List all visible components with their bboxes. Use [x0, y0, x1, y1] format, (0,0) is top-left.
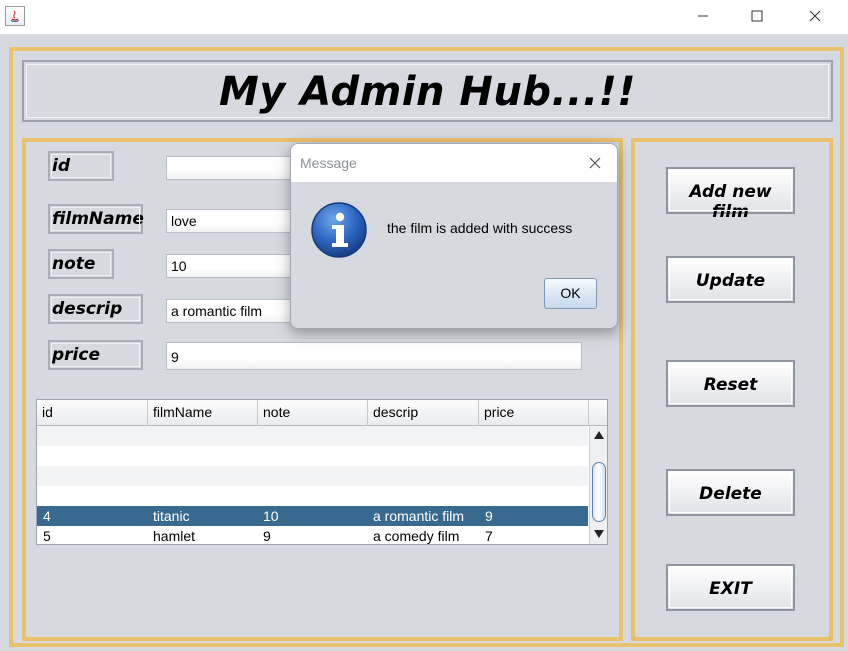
column-header-price[interactable]: price — [479, 400, 589, 426]
id-label: id — [48, 151, 114, 181]
update-button[interactable]: Update — [666, 256, 795, 303]
maximize-button[interactable] — [734, 0, 780, 32]
table-row-selected[interactable]: 4 titanic 10 a romantic film 9 — [37, 506, 588, 526]
page-title: My Admin Hub...!! — [218, 69, 637, 115]
header-panel: My Admin Hub...!! — [22, 60, 833, 122]
table-row-empty[interactable] — [37, 486, 588, 506]
scroll-thumb[interactable] — [592, 462, 606, 522]
table-row-empty[interactable] — [37, 446, 588, 466]
java-app-icon[interactable] — [5, 6, 25, 26]
table-row[interactable]: 5 hamlet 9 a comedy film 7 — [37, 526, 588, 544]
price-label: price — [48, 340, 143, 370]
filmname-label: filmName — [48, 204, 144, 234]
delete-button[interactable]: Delete — [666, 469, 795, 516]
column-header-id[interactable]: id — [37, 400, 148, 426]
column-header-descrip[interactable]: descrip — [368, 400, 479, 426]
cell-filmname: titanic — [153, 508, 190, 524]
table-row-empty[interactable] — [37, 466, 588, 486]
close-icon[interactable] — [587, 155, 603, 171]
cell-filmname: hamlet — [153, 528, 196, 544]
add-film-button[interactable]: Add new film — [666, 167, 795, 222]
ok-button[interactable]: OK — [544, 278, 597, 309]
message-dialog: Message the film is added with success O… — [290, 143, 618, 329]
column-header-note[interactable]: note — [258, 400, 368, 426]
descrip-label: descrip — [48, 294, 143, 324]
cell-note: 10 — [263, 508, 279, 524]
table-scrollbar[interactable] — [589, 426, 607, 544]
column-header-filmname[interactable]: filmName — [148, 400, 258, 426]
price-input[interactable]: 9 — [166, 342, 582, 370]
table-header: id filmName note descrip price — [37, 400, 607, 426]
cell-id: 4 — [43, 508, 51, 524]
minimize-button[interactable] — [680, 0, 726, 32]
table-body: 4 titanic 10 a romantic film 9 5 hamlet … — [37, 426, 588, 544]
close-icon — [809, 10, 821, 22]
exit-button[interactable]: EXIT — [666, 564, 795, 611]
close-window-button[interactable] — [792, 0, 838, 32]
reset-button[interactable]: Reset — [666, 360, 795, 407]
dialog-titlebar: Message — [291, 144, 617, 182]
table-row-empty[interactable] — [37, 426, 588, 446]
cell-price: 7 — [485, 528, 493, 544]
maximize-icon — [751, 10, 763, 22]
cell-note: 9 — [263, 528, 271, 544]
dialog-title: Message — [300, 155, 357, 171]
minimize-icon — [698, 15, 708, 17]
scroll-up-icon[interactable] — [593, 430, 605, 440]
dialog-message: the film is added with success — [387, 220, 573, 236]
window-titlebar — [0, 0, 848, 34]
films-table[interactable]: id filmName note descrip price 4 titanic… — [36, 399, 608, 545]
cell-descrip: a comedy film — [373, 528, 460, 544]
cell-id: 5 — [43, 528, 51, 544]
info-icon — [311, 202, 367, 258]
cell-price: 9 — [485, 508, 493, 524]
cell-descrip: a romantic film — [373, 508, 465, 524]
scroll-down-icon[interactable] — [593, 529, 605, 539]
note-label: note — [48, 249, 114, 279]
